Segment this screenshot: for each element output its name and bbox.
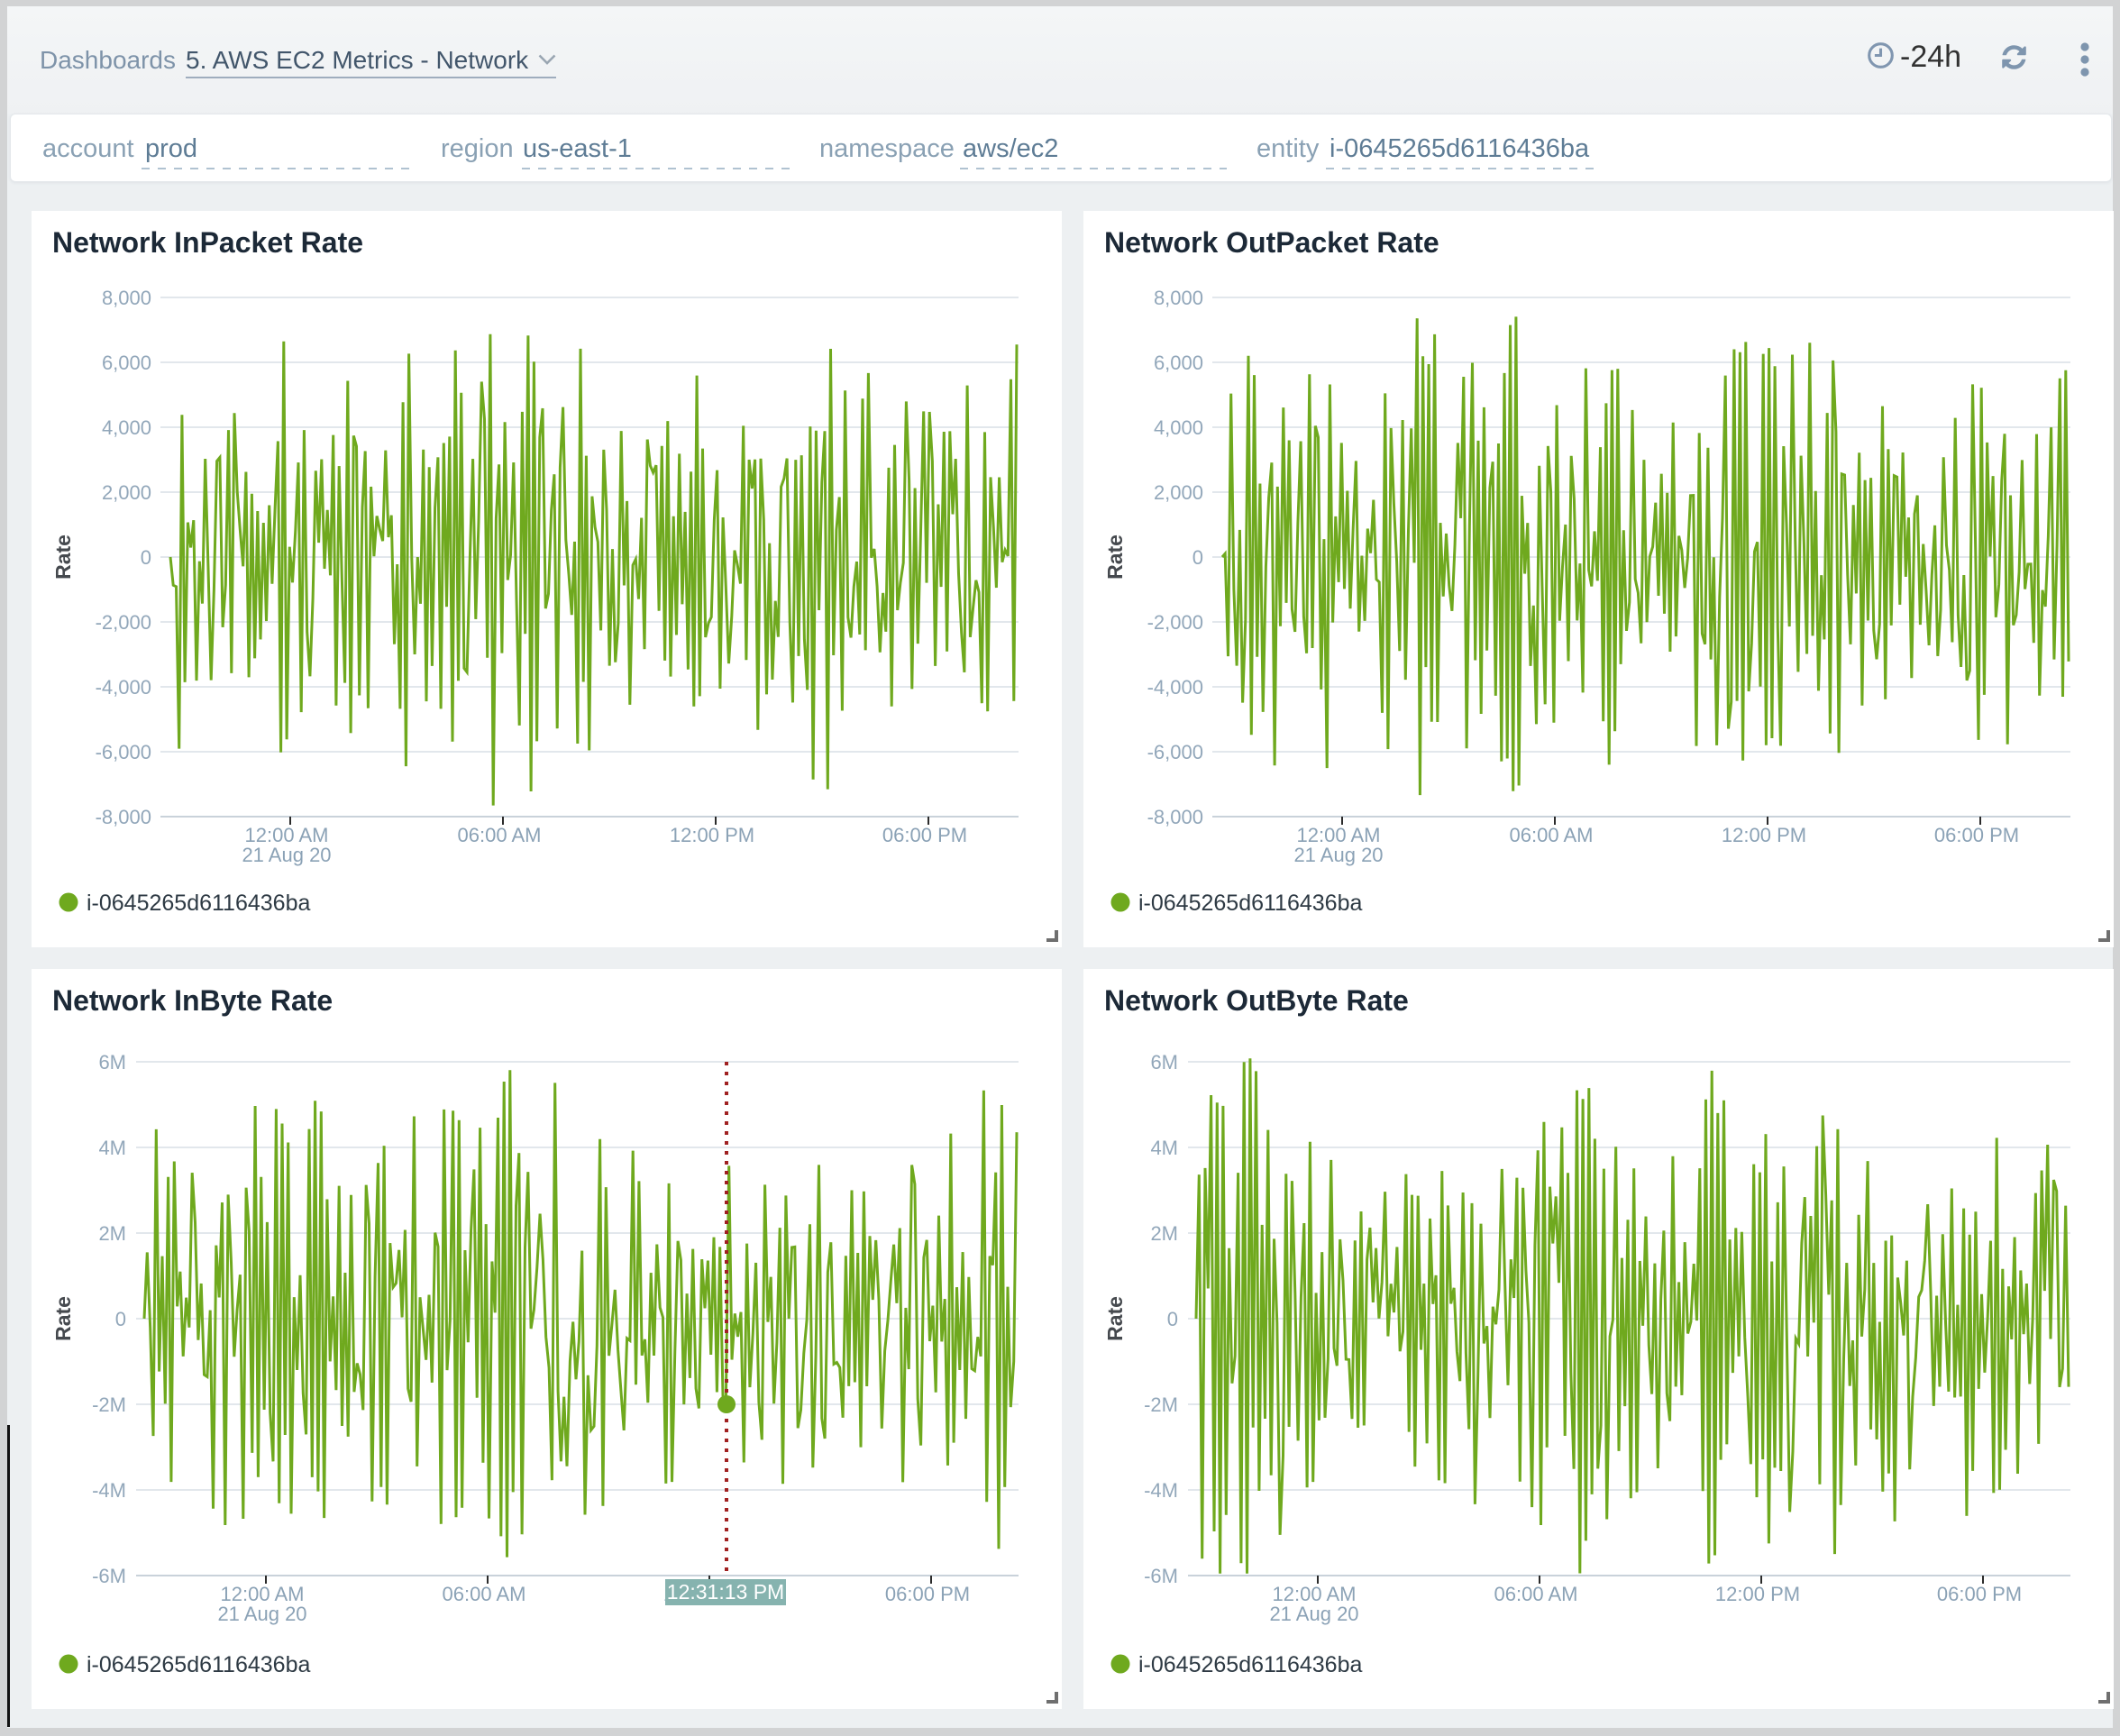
svg-text:-2,000: -2,000 <box>96 611 151 634</box>
svg-text:-2M: -2M <box>1144 1393 1178 1416</box>
svg-text:-4,000: -4,000 <box>1147 676 1203 699</box>
svg-text:-2,000: -2,000 <box>1147 611 1203 634</box>
svg-text:i-0645265d6116436ba: i-0645265d6116436ba <box>87 891 310 916</box>
svg-text:2M: 2M <box>1150 1222 1178 1245</box>
svg-text:12:00 PM: 12:00 PM <box>1722 824 1806 846</box>
svg-text:4M: 4M <box>1150 1137 1178 1159</box>
svg-text:-6M: -6M <box>1144 1565 1178 1587</box>
svg-text:8,000: 8,000 <box>1154 287 1203 309</box>
svg-text:i-0645265d6116436ba: i-0645265d6116436ba <box>87 1652 310 1677</box>
svg-text:6,000: 6,000 <box>102 352 151 374</box>
svg-text:0: 0 <box>1167 1308 1178 1330</box>
svg-text:06:00 AM: 06:00 AM <box>1510 824 1594 846</box>
svg-text:-8,000: -8,000 <box>1147 806 1203 828</box>
svg-text:06:00 PM: 06:00 PM <box>1934 824 2019 846</box>
svg-text:21 Aug 20: 21 Aug 20 <box>217 1603 306 1625</box>
svg-text:06:00 PM: 06:00 PM <box>1937 1583 2022 1605</box>
svg-text:0: 0 <box>141 546 151 569</box>
svg-text:21 Aug 20: 21 Aug 20 <box>1269 1603 1358 1625</box>
svg-text:i-0645265d6116436ba: i-0645265d6116436ba <box>1138 1652 1362 1677</box>
svg-text:6M: 6M <box>98 1051 126 1074</box>
svg-text:12:00 PM: 12:00 PM <box>670 824 754 846</box>
svg-text:06:00 PM: 06:00 PM <box>882 824 967 846</box>
svg-text:2M: 2M <box>98 1222 126 1245</box>
svg-text:Rate: Rate <box>51 1296 75 1341</box>
svg-text:21 Aug 20: 21 Aug 20 <box>1293 844 1383 866</box>
svg-text:8,000: 8,000 <box>102 287 151 309</box>
svg-text:i-0645265d6116436ba: i-0645265d6116436ba <box>1138 891 1362 916</box>
svg-text:Rate: Rate <box>1103 1296 1127 1341</box>
svg-text:06:00 AM: 06:00 AM <box>443 1583 526 1605</box>
svg-text:06:00 AM: 06:00 AM <box>1494 1583 1578 1605</box>
svg-text:06:00 AM: 06:00 AM <box>458 824 542 846</box>
svg-text:-6,000: -6,000 <box>96 741 151 763</box>
svg-text:6M: 6M <box>1150 1051 1178 1074</box>
svg-text:2,000: 2,000 <box>1154 481 1203 504</box>
svg-text:Rate: Rate <box>51 535 75 580</box>
svg-text:2,000: 2,000 <box>102 481 151 504</box>
svg-text:-4M: -4M <box>92 1479 126 1502</box>
svg-text:21 Aug 20: 21 Aug 20 <box>242 844 331 866</box>
svg-text:12:00 PM: 12:00 PM <box>1715 1583 1800 1605</box>
svg-text:-2M: -2M <box>92 1393 126 1416</box>
svg-text:0: 0 <box>1192 546 1203 569</box>
svg-text:4,000: 4,000 <box>102 416 151 439</box>
svg-text:Rate: Rate <box>1103 535 1127 580</box>
svg-text:0: 0 <box>115 1308 126 1330</box>
svg-text:-4M: -4M <box>1144 1479 1178 1502</box>
svg-text:4,000: 4,000 <box>1154 416 1203 439</box>
svg-text:12:31:13 PM: 12:31:13 PM <box>667 1580 784 1604</box>
svg-text:-6,000: -6,000 <box>1147 741 1203 763</box>
svg-text:-8,000: -8,000 <box>96 806 151 828</box>
svg-text:6,000: 6,000 <box>1154 352 1203 374</box>
svg-text:-4,000: -4,000 <box>96 676 151 699</box>
svg-text:-6M: -6M <box>92 1565 126 1587</box>
svg-text:4M: 4M <box>98 1137 126 1159</box>
svg-text:06:00 PM: 06:00 PM <box>885 1583 970 1605</box>
